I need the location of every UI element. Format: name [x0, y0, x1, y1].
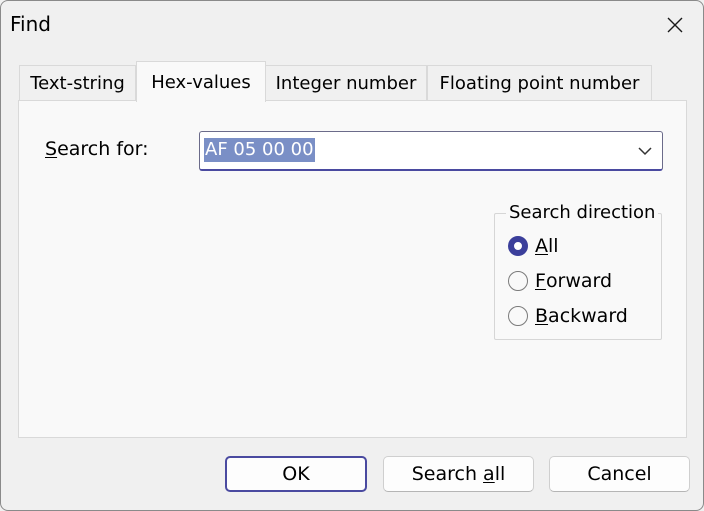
- tab-label: Text-string: [30, 72, 125, 94]
- chevron-down-icon[interactable]: [636, 143, 654, 159]
- button-label: OK: [282, 463, 310, 485]
- radio-backward[interactable]: Backward: [508, 305, 628, 327]
- tab-label: Integer number: [275, 72, 417, 94]
- close-icon: [667, 17, 683, 33]
- tab-label: Hex-values: [151, 71, 251, 93]
- mnemonic-a: A: [535, 235, 548, 257]
- tab-hex-values[interactable]: Hex-values: [136, 61, 266, 102]
- close-button[interactable]: [647, 1, 703, 49]
- mnemonic-f: F: [535, 270, 546, 292]
- search-for-label: Search for:: [45, 138, 149, 160]
- button-label: ll: [494, 463, 506, 485]
- radio-label: ackward: [548, 305, 628, 327]
- radio-all[interactable]: All: [508, 235, 559, 257]
- mnemonic-b: B: [535, 305, 549, 327]
- radio-unchecked-icon[interactable]: [508, 271, 528, 291]
- mnemonic-s: S: [45, 138, 58, 160]
- radio-forward[interactable]: Forward: [508, 270, 612, 292]
- radio-unchecked-icon[interactable]: [508, 306, 528, 326]
- cancel-button[interactable]: Cancel: [549, 456, 690, 492]
- search-all-button[interactable]: Search a ll: [383, 456, 534, 492]
- tab-floating-point-number[interactable]: Floating point number: [427, 65, 652, 100]
- radio-checked-icon[interactable]: [508, 236, 528, 256]
- radio-label: ll: [548, 235, 559, 257]
- search-value[interactable]: AF 05 00 00: [204, 138, 315, 162]
- find-dialog: Find Text-string Hex-values Integer numb…: [0, 0, 704, 511]
- tab-text-string[interactable]: Text-string: [19, 65, 136, 100]
- radio-label: orward: [545, 270, 613, 292]
- search-direction-legend: Search direction: [506, 202, 659, 223]
- window-title: Find: [10, 12, 51, 36]
- ok-button[interactable]: OK: [225, 456, 367, 492]
- search-for-combobox[interactable]: AF 05 00 00: [199, 131, 663, 171]
- button-label: Search: [411, 463, 484, 485]
- label-text: earch for:: [57, 138, 149, 160]
- mnemonic-a: a: [483, 463, 495, 485]
- tab-label: Floating point number: [439, 72, 640, 94]
- button-label: Cancel: [587, 463, 652, 485]
- title-bar[interactable]: Find: [1, 1, 703, 49]
- tab-integer-number[interactable]: Integer number: [265, 65, 427, 100]
